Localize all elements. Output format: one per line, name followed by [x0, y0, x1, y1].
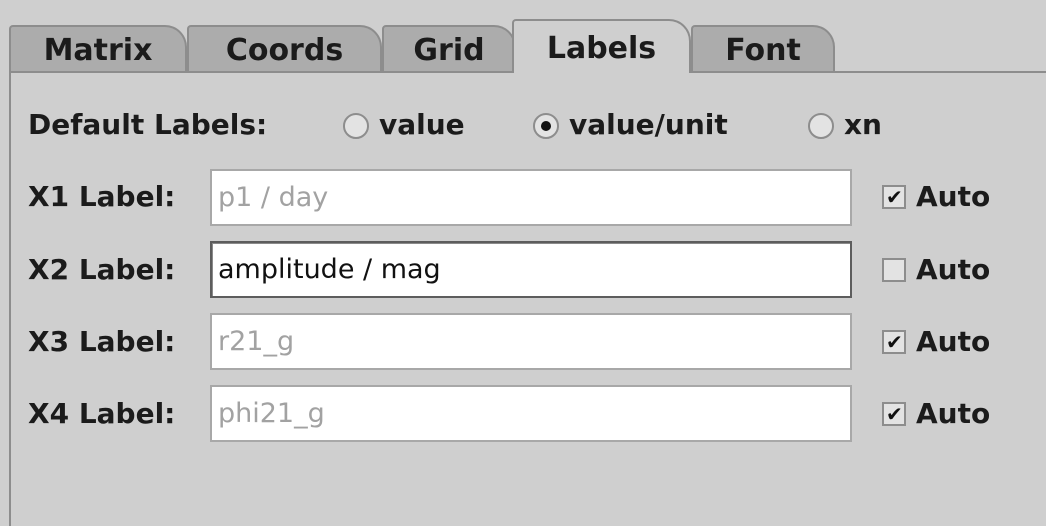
radio-value-label[interactable]: value	[379, 108, 465, 141]
x2-auto-label[interactable]: Auto	[916, 253, 990, 286]
tab-grid-label: Grid	[413, 32, 485, 68]
labels-panel: Default Labels: value value/unit xn X1 L…	[9, 71, 1046, 526]
x1-auto-checkbox[interactable]: ✔	[882, 185, 906, 209]
radio-dot-icon	[541, 121, 551, 131]
checkmark-icon: ✔	[886, 330, 903, 354]
x4-auto-checkbox[interactable]: ✔	[882, 402, 906, 426]
radio-xn-label[interactable]: xn	[844, 108, 882, 141]
tab-labels-label: Labels	[546, 30, 657, 66]
tab-coords-label: Coords	[225, 32, 344, 68]
x2-label: X2 Label:	[28, 253, 176, 286]
x1-label-field[interactable]	[210, 169, 852, 226]
tab-matrix-label: Matrix	[43, 32, 153, 68]
tab-bar: Matrix Coords Grid Labels Font	[9, 19, 1046, 73]
checkmark-icon: ✔	[886, 402, 903, 426]
tab-coords[interactable]: Coords	[187, 25, 382, 71]
tab-font[interactable]: Font	[691, 25, 835, 71]
x4-label-field[interactable]	[210, 385, 852, 442]
tab-matrix[interactable]: Matrix	[9, 25, 187, 71]
tab-grid[interactable]: Grid	[382, 25, 516, 71]
x3-label-field[interactable]	[210, 313, 852, 370]
x2-auto-checkbox[interactable]	[882, 258, 906, 282]
checkmark-icon: ✔	[886, 185, 903, 209]
radio-value[interactable]	[343, 113, 369, 139]
x4-auto-label[interactable]: Auto	[916, 397, 990, 430]
radio-value-unit-label[interactable]: value/unit	[569, 108, 728, 141]
radio-value-unit[interactable]	[533, 113, 559, 139]
tab-font-label: Font	[725, 32, 801, 68]
x3-auto-checkbox[interactable]: ✔	[882, 330, 906, 354]
x3-label: X3 Label:	[28, 325, 176, 358]
x2-label-field[interactable]	[210, 241, 852, 298]
x3-auto-label[interactable]: Auto	[916, 325, 990, 358]
radio-xn[interactable]	[808, 113, 834, 139]
tab-labels[interactable]: Labels	[512, 19, 691, 73]
x1-label: X1 Label:	[28, 180, 176, 213]
x4-label: X4 Label:	[28, 397, 176, 430]
x1-auto-label[interactable]: Auto	[916, 180, 990, 213]
default-labels-label: Default Labels:	[28, 108, 268, 141]
